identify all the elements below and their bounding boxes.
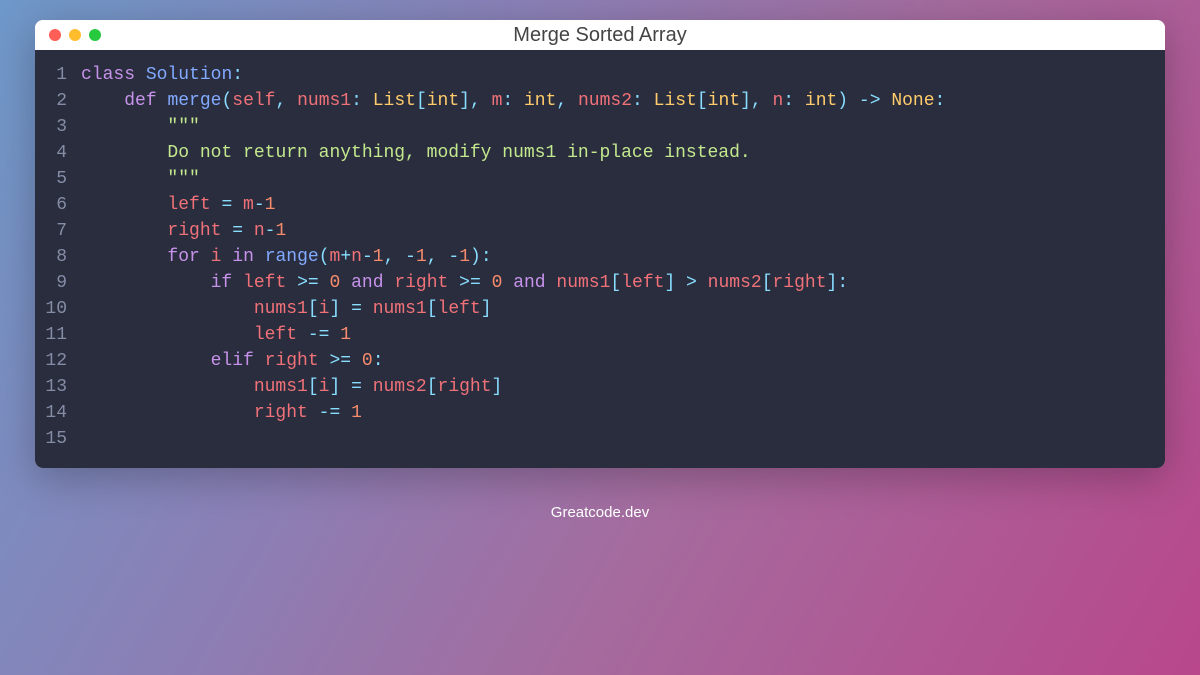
line-number: 15 (45, 426, 67, 452)
line-number: 4 (45, 140, 67, 166)
code-line: nums1[i] = nums1[left] (81, 296, 1165, 322)
code-line: left -= 1 (81, 322, 1165, 348)
code-line: for i in range(m+n-1, -1, -1): (81, 244, 1165, 270)
code-editor: 1 2 3 4 5 6 7 8 9 10 11 12 13 14 15 clas… (35, 50, 1165, 468)
code-line: if left >= 0 and right >= 0 and nums1[le… (81, 270, 1165, 296)
line-number: 11 (45, 322, 67, 348)
line-number: 1 (45, 62, 67, 88)
line-number: 8 (45, 244, 67, 270)
titlebar: Merge Sorted Array (35, 20, 1165, 50)
code-line: right = n-1 (81, 218, 1165, 244)
code-content[interactable]: class Solution: def merge(self, nums1: L… (81, 62, 1165, 452)
close-icon[interactable] (49, 29, 61, 41)
code-line: """ (81, 114, 1165, 140)
code-line: nums1[i] = nums2[right] (81, 374, 1165, 400)
line-number: 12 (45, 348, 67, 374)
code-line: class Solution: (81, 62, 1165, 88)
line-number: 10 (45, 296, 67, 322)
code-line: elif right >= 0: (81, 348, 1165, 374)
code-line: def merge(self, nums1: List[int], m: int… (81, 88, 1165, 114)
code-line: """ (81, 166, 1165, 192)
caption-text: Greatcode.dev (551, 504, 649, 521)
line-number: 14 (45, 400, 67, 426)
line-number: 5 (45, 166, 67, 192)
code-line: left = m-1 (81, 192, 1165, 218)
code-window: Merge Sorted Array 1 2 3 4 5 6 7 8 9 10 … (35, 20, 1165, 468)
line-number: 13 (45, 374, 67, 400)
line-number-gutter: 1 2 3 4 5 6 7 8 9 10 11 12 13 14 15 (35, 62, 81, 452)
window-title: Merge Sorted Array (35, 24, 1165, 47)
line-number: 3 (45, 114, 67, 140)
minimize-icon[interactable] (69, 29, 81, 41)
code-line: right -= 1 (81, 400, 1165, 426)
line-number: 6 (45, 192, 67, 218)
code-line: Do not return anything, modify nums1 in-… (81, 140, 1165, 166)
traffic-lights (49, 29, 101, 41)
line-number: 7 (45, 218, 67, 244)
line-number: 2 (45, 88, 67, 114)
maximize-icon[interactable] (89, 29, 101, 41)
line-number: 9 (45, 270, 67, 296)
